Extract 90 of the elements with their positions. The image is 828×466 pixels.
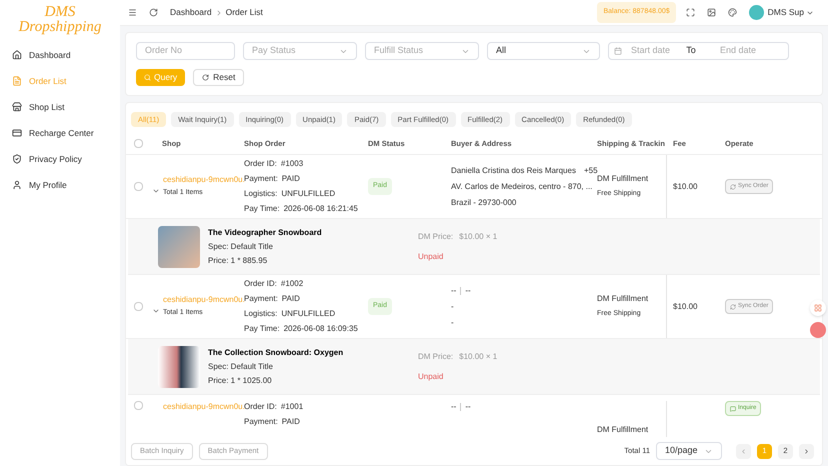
order-field-value: #1002 <box>280 278 304 290</box>
buyer-name: Daniella Cristina dos Reis Marques <box>451 164 576 176</box>
message-icon <box>730 406 736 412</box>
sync-icon <box>730 184 736 190</box>
shipping-method: DM Fulfillment <box>597 424 650 436</box>
sync-icon <box>730 304 736 310</box>
row-checkbox[interactable] <box>134 401 142 410</box>
order-field-value: PAID <box>282 416 300 428</box>
product-spec: Spec: Default Title <box>208 240 274 252</box>
grid-icon <box>814 304 822 312</box>
sidebar-item[interactable]: My Profile <box>0 172 120 198</box>
sidebar-item[interactable]: Recharge Center <box>0 120 120 146</box>
select-all-checkbox[interactable] <box>134 139 142 148</box>
order-field-label: Logistics: <box>244 308 278 320</box>
product-title: The Collection Snowboard: Oxygen <box>208 346 344 358</box>
refresh-icon[interactable] <box>149 8 158 17</box>
photo-placeholder <box>158 226 200 268</box>
order-field-value: UNFULFILLED <box>281 308 336 320</box>
buyer-phone: -- <box>465 284 471 296</box>
page-size-select[interactable]: 10/page <box>656 442 722 460</box>
fullscreen-icon[interactable] <box>686 8 695 17</box>
card-icon <box>12 128 22 138</box>
user-name[interactable]: DMS Sup <box>768 6 804 19</box>
calendar-icon <box>614 47 622 55</box>
buyer-address: - <box>451 300 455 312</box>
avatar[interactable] <box>748 5 764 20</box>
order-field-label: Order ID: <box>244 278 277 290</box>
order-field-value: PAID <box>282 173 300 185</box>
search-icon <box>144 74 151 81</box>
shield-icon <box>12 154 22 164</box>
row-checkbox[interactable] <box>134 182 142 191</box>
breadcrumb-current: Order List <box>226 6 263 19</box>
order-field-label: Order ID: <box>244 401 277 413</box>
buyer-name: -- <box>451 284 456 296</box>
document-icon <box>12 76 22 86</box>
buyer-address: AV. Carlos de Medeiros, centro - 870, ... <box>451 180 594 192</box>
shipping-method: DM Fulfillment <box>597 293 650 306</box>
order-field-label: Payment: <box>244 293 278 303</box>
grid-button[interactable] <box>810 300 826 316</box>
dm-price: $10.00 × 1 <box>459 230 498 242</box>
store-icon <box>12 102 22 112</box>
order-field-value: #1003 <box>280 158 304 170</box>
image-icon[interactable] <box>706 8 716 17</box>
logo-text: Dropshipping <box>18 20 102 35</box>
order-field-value: 2026-06-08 16:21:45 <box>284 203 358 215</box>
fee-amount: $10.00 <box>673 302 698 310</box>
dm-price-label: DM Price: <box>418 350 454 362</box>
chevron-left-icon <box>740 448 747 454</box>
type-select[interactable]: All <box>487 42 600 60</box>
order-field-label: Order ID: <box>244 158 277 170</box>
order-field-value: 2026-06-08 16:09:35 <box>284 323 358 335</box>
order-field-label: Payment: <box>244 173 278 183</box>
row-checkbox[interactable] <box>134 302 142 311</box>
breadcrumb-link[interactable]: Dashboard <box>170 6 212 19</box>
product-price: Price: 1 * 885.95 <box>208 254 268 266</box>
logo-text: DMS <box>44 5 76 20</box>
payment-status: Unpaid <box>418 370 444 382</box>
photo-placeholder <box>158 346 200 388</box>
sidebar-item[interactable]: Dashboard <box>0 42 120 68</box>
product-title: The Videographer Snowboard <box>208 226 323 238</box>
fee-amount: $10.00 <box>673 182 698 190</box>
sidebar-item[interactable]: Shop List <box>0 94 120 120</box>
buyer-country: Brazil - 29730-000 <box>451 196 518 208</box>
order-field-value: PAID <box>282 293 300 305</box>
buyer-phone: -- <box>465 401 471 413</box>
reset-button[interactable]: Reset <box>193 69 244 86</box>
order-field-label: Payment: <box>244 416 278 428</box>
product-price: Price: 1 * 1025.00 <box>208 374 273 386</box>
dm-price-label: DM Price: <box>418 230 454 242</box>
order-field-label: Logistics: <box>244 188 278 200</box>
next-page-button[interactable] <box>799 444 814 458</box>
house-icon <box>12 50 22 60</box>
chevron-right-icon <box>803 448 810 454</box>
order-field-value: #1001 <box>280 401 304 413</box>
user-icon <box>12 180 22 190</box>
order-field-value: UNFULFILLED <box>281 188 336 200</box>
palette-icon[interactable] <box>728 8 737 17</box>
order-field-label: Pay Time: <box>244 323 280 335</box>
shipping-method: DM Fulfillment <box>597 174 650 186</box>
order-field-label: Pay Time: <box>244 203 280 215</box>
date-range-field[interactable]: Start date To End date <box>608 42 789 60</box>
buyer-name: -- <box>451 401 456 413</box>
product-spec: Spec: Default Title <box>208 360 274 372</box>
buyer-phone: +55 <box>584 164 598 176</box>
reset-icon <box>202 74 210 81</box>
payment-status: Unpaid <box>418 250 444 262</box>
dm-price: $10.00 × 1 <box>459 350 498 362</box>
menu-icon[interactable] <box>128 8 137 17</box>
buyer-country: - <box>451 316 455 328</box>
sidebar-item[interactable]: Privacy Policy <box>0 146 120 172</box>
